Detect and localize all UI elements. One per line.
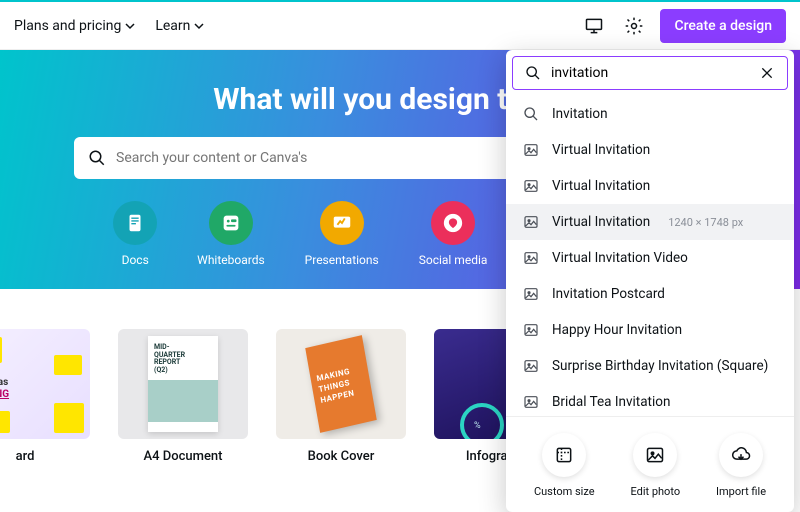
dropdown-search-input[interactable] — [551, 65, 749, 81]
suggestion-dimensions: 1240 × 1748 px — [668, 216, 743, 229]
image-icon — [522, 285, 540, 303]
nav-plans-pricing[interactable]: Plans and pricing — [14, 18, 135, 34]
suggestion-item[interactable]: Bridal Tea Invitation — [506, 384, 794, 416]
suggestion-label: Bridal Tea Invitation — [552, 394, 670, 410]
image-icon — [522, 249, 540, 267]
action-label: Edit photo — [630, 485, 680, 498]
suggestion-item[interactable]: Virtual Invitation Video — [506, 240, 794, 276]
action-custom-size[interactable]: Custom size — [534, 433, 595, 498]
category-whiteboard[interactable]: Whiteboards — [197, 201, 265, 267]
action-import[interactable]: Import file — [716, 433, 766, 498]
action-label: Import file — [716, 485, 766, 498]
category-label: Presentations — [305, 253, 379, 267]
dropdown-actions: Custom size Edit photo Import file — [506, 416, 794, 512]
search-icon — [88, 149, 106, 167]
action-label: Custom size — [534, 485, 595, 498]
suggestion-item[interactable]: Happy Hour Invitation — [506, 312, 794, 348]
template-card-label: ard — [16, 449, 35, 464]
template-thumbnail: Get ideasFLOWING — [0, 329, 90, 439]
dropdown-search-row[interactable] — [512, 56, 788, 90]
template-thumbnail: MID-QUARTERREPORT(Q2) — [118, 329, 248, 439]
image-icon — [522, 141, 540, 159]
suggestion-item[interactable]: Invitation Postcard — [506, 276, 794, 312]
category-label: Social media — [419, 253, 488, 267]
chevron-down-icon — [125, 21, 135, 31]
suggestion-label: Virtual Invitation — [552, 214, 650, 230]
image-icon — [522, 177, 540, 195]
create-design-button[interactable]: Create a design — [660, 9, 786, 43]
edit-photo-icon — [633, 433, 677, 477]
nav-plans-label: Plans and pricing — [14, 18, 121, 34]
suggestion-label: Virtual Invitation — [552, 178, 650, 194]
template-card-label: A4 Document — [144, 449, 223, 464]
suggestion-item[interactable]: Virtual Invitation 1240 × 1748 px — [506, 204, 794, 240]
action-edit-photo[interactable]: Edit photo — [630, 433, 680, 498]
whiteboard-icon — [209, 201, 253, 245]
suggestion-label: Invitation Postcard — [552, 286, 665, 302]
image-icon — [522, 213, 540, 231]
custom-size-icon — [542, 433, 586, 477]
search-icon — [525, 65, 541, 81]
suggestion-item[interactable]: Virtual Invitation — [506, 168, 794, 204]
nav-learn-label: Learn — [155, 18, 190, 34]
category-label: Whiteboards — [197, 253, 265, 267]
template-thumbnail: MAKINGTHINGSHAPPEN — [276, 329, 406, 439]
image-icon — [522, 393, 540, 411]
suggestion-label: Surprise Birthday Invitation (Square) — [552, 358, 768, 374]
nav-learn[interactable]: Learn — [155, 18, 204, 34]
category-label: Docs — [122, 253, 149, 267]
image-icon — [522, 321, 540, 339]
image-icon — [522, 357, 540, 375]
suggestion-label: Happy Hour Invitation — [552, 322, 682, 338]
suggestion-item[interactable]: Surprise Birthday Invitation (Square) — [506, 348, 794, 384]
top-bar: Plans and pricing Learn Create a design — [0, 0, 800, 50]
import-icon — [719, 433, 763, 477]
close-icon[interactable] — [759, 65, 775, 81]
suggestion-label: Virtual Invitation — [552, 142, 650, 158]
suggestion-list: InvitationVirtual InvitationVirtual Invi… — [506, 96, 794, 416]
category-social[interactable]: Social media — [419, 201, 488, 267]
presentation-icon — [320, 201, 364, 245]
suggestion-label: Invitation — [552, 106, 608, 122]
suggestion-item[interactable]: Virtual Invitation — [506, 132, 794, 168]
template-card[interactable]: MID-QUARTERREPORT(Q2) A4 Document — [118, 329, 248, 464]
category-docs[interactable]: Docs — [113, 201, 157, 267]
template-card-label: Book Cover — [308, 449, 375, 464]
social-icon — [431, 201, 475, 245]
desktop-icon[interactable] — [580, 12, 608, 40]
docs-icon — [113, 201, 157, 245]
suggestion-item[interactable]: Invitation — [506, 96, 794, 132]
search-icon — [522, 105, 540, 123]
chevron-down-icon — [194, 21, 204, 31]
gear-icon[interactable] — [620, 12, 648, 40]
template-card[interactable]: MAKINGTHINGSHAPPEN Book Cover — [276, 329, 406, 464]
category-presentation[interactable]: Presentations — [305, 201, 379, 267]
suggestion-label: Virtual Invitation Video — [552, 250, 688, 266]
search-dropdown: InvitationVirtual InvitationVirtual Invi… — [506, 50, 794, 512]
template-card[interactable]: Get ideasFLOWING ard — [0, 329, 90, 464]
